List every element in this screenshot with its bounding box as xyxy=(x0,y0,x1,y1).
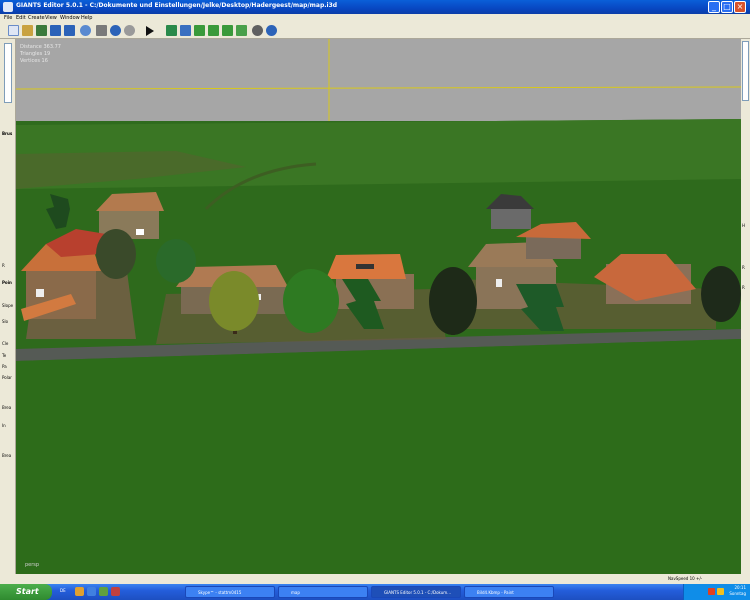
panel-label: R xyxy=(742,265,745,270)
tree xyxy=(701,266,741,322)
clock-day: Sonntag xyxy=(729,591,746,596)
panel-label: Polar xyxy=(2,375,12,380)
move-icon[interactable] xyxy=(166,25,177,36)
triangles-stat: Triangles 19 xyxy=(19,51,50,57)
panel-label: Brea xyxy=(2,405,12,410)
panel-label: Slo xyxy=(2,319,9,324)
sky xyxy=(16,39,741,121)
left-panel-scroll[interactable] xyxy=(4,43,12,103)
panel-label: Pa xyxy=(2,364,7,369)
panel-label: Cle xyxy=(2,341,9,346)
nav-speed: NavSpeed 10 +/- xyxy=(668,576,703,581)
taskbar: Start DE Skype™ - stattm0415 map GIANTS … xyxy=(0,584,750,600)
window-title: GIANTS Editor 5.0.1 - C:/Dokumente und E… xyxy=(16,2,338,9)
settings-gear-icon[interactable] xyxy=(252,25,263,36)
panel-label: In xyxy=(2,423,6,428)
save-all-icon[interactable] xyxy=(64,25,75,36)
app-icon xyxy=(3,2,13,12)
task-paint[interactable]: Bild4.Kbmp - Paint xyxy=(464,586,554,598)
open-icon[interactable] xyxy=(22,25,33,36)
undo-icon[interactable] xyxy=(96,25,107,36)
terrain-raise-icon[interactable] xyxy=(194,25,205,36)
language-indicator[interactable]: DE xyxy=(60,588,66,593)
select-icon[interactable] xyxy=(180,25,191,36)
panel-label: H xyxy=(742,223,746,228)
tree xyxy=(283,269,339,333)
menu-window[interactable]: Window xyxy=(60,15,80,21)
clock: 20:11 Sonntag xyxy=(729,585,746,597)
panel-label: Te xyxy=(2,353,7,358)
left-panel: Brus R Poin Slope Slo Cle Te Pa Polar Br… xyxy=(0,39,16,584)
panel-label: Poin xyxy=(2,280,12,285)
foreground-grass xyxy=(16,339,741,574)
terrain-lower-icon[interactable] xyxy=(208,25,219,36)
system-tray: 20:11 Sonntag xyxy=(683,584,750,600)
quicklaunch-icon[interactable] xyxy=(75,587,84,596)
distance-stat: Distance 363.77 xyxy=(20,44,61,50)
tree xyxy=(429,267,477,335)
redo-disabled-icon[interactable] xyxy=(124,25,135,36)
foliage-paint-icon[interactable] xyxy=(236,25,247,36)
new-icon[interactable] xyxy=(8,25,19,36)
right-panel-scroll[interactable] xyxy=(742,41,749,101)
quicklaunch-icon[interactable] xyxy=(87,587,96,596)
close-button[interactable]: × xyxy=(734,1,746,13)
maximize-button[interactable]: □ xyxy=(721,1,733,13)
tree xyxy=(156,239,196,283)
panel-label: R xyxy=(742,285,745,290)
tree xyxy=(96,229,136,279)
task-map[interactable]: map xyxy=(278,586,368,598)
menu-view[interactable]: View xyxy=(45,15,57,21)
start-button[interactable]: Start xyxy=(0,584,52,600)
redo-icon[interactable] xyxy=(110,25,121,36)
quicklaunch-icon[interactable] xyxy=(111,587,120,596)
vertices-stat: Vertices 16 xyxy=(20,58,48,64)
menu-create[interactable]: Create xyxy=(28,15,45,21)
refresh-icon[interactable] xyxy=(80,25,91,36)
quicklaunch-icon[interactable] xyxy=(99,587,108,596)
title-bar: GIANTS Editor 5.0.1 - C:/Dokumente und E… xyxy=(0,0,750,14)
status-bar: NavSpeed 10 +/- xyxy=(0,574,750,584)
panel-label: Slope xyxy=(2,303,14,308)
save-icon[interactable] xyxy=(50,25,61,36)
toolbar xyxy=(0,23,750,39)
snap-icon[interactable] xyxy=(266,25,277,36)
task-skype[interactable]: Skype™ - stattm0415 xyxy=(185,586,275,598)
menu-help[interactable]: Help xyxy=(81,15,92,21)
panel-label: R xyxy=(2,263,5,268)
tray-icon[interactable] xyxy=(717,588,724,595)
panel-label: Brus xyxy=(2,131,13,136)
tray-icon[interactable] xyxy=(708,588,715,595)
minimize-button[interactable]: _ xyxy=(708,1,720,13)
scene-render: Distance 363.77 Triangles 19 Vertices 16… xyxy=(16,39,741,574)
terrain-smooth-icon[interactable] xyxy=(222,25,233,36)
panel-label: Brea xyxy=(2,453,12,458)
menu-edit[interactable]: Edit xyxy=(16,15,26,21)
3d-viewport[interactable]: Distance 363.77 Triangles 19 Vertices 16… xyxy=(16,39,741,574)
import-icon[interactable] xyxy=(36,25,47,36)
menu-file[interactable]: File xyxy=(4,15,12,21)
camera-label: persp xyxy=(25,562,39,568)
menu-bar: File Edit Create View Window Help xyxy=(0,14,750,23)
task-giants-editor[interactable]: GIANTS Editor 5.0.1 - C:/Dokum... xyxy=(371,586,461,598)
play-icon[interactable] xyxy=(146,26,154,36)
right-panel: H R R xyxy=(741,39,750,584)
